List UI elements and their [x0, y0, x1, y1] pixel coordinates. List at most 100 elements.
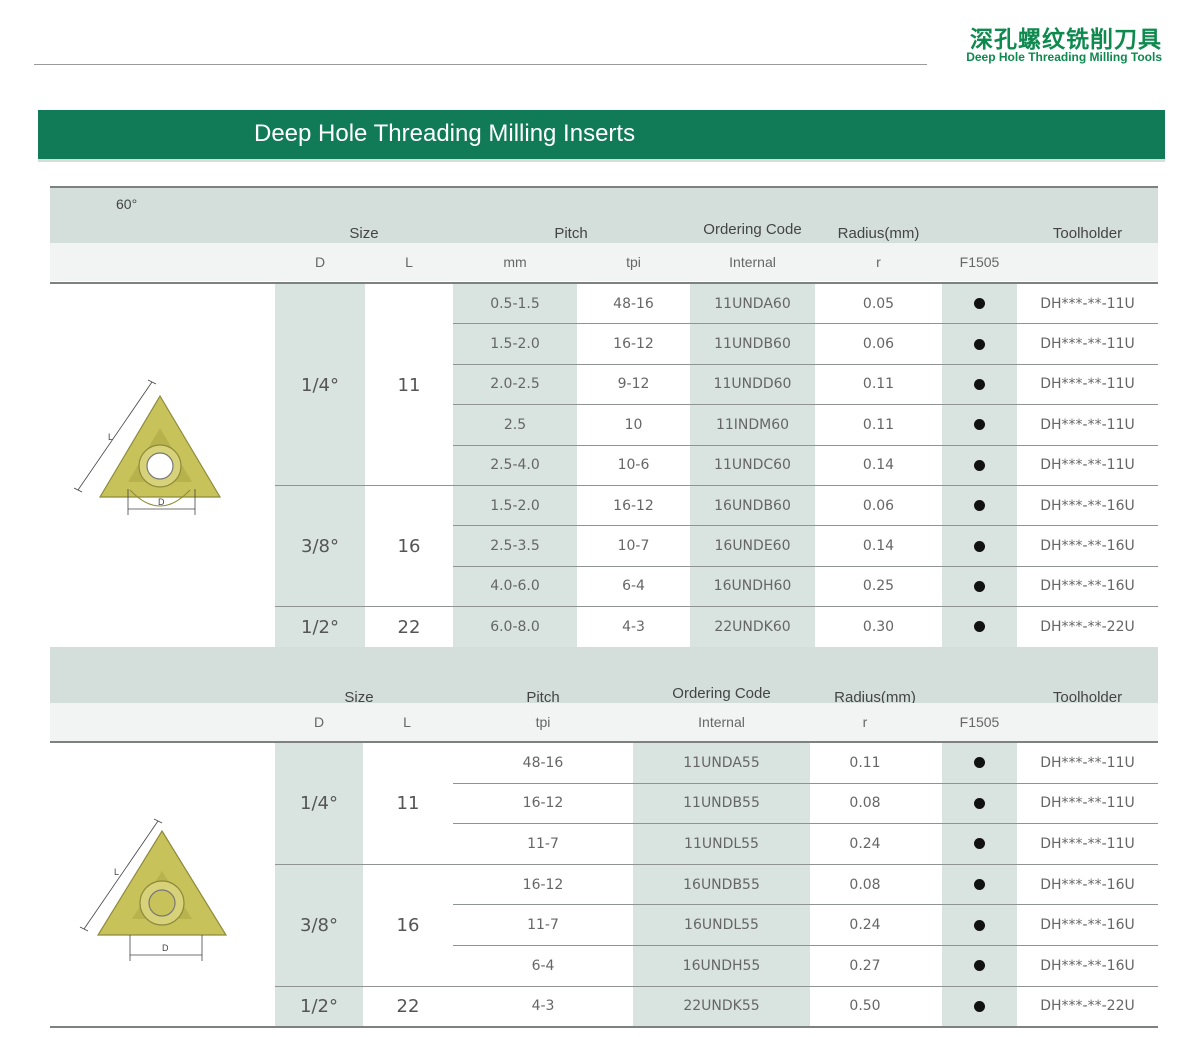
- inserts-table-55: Size Pitch Ordering Code Radius(mm) Tool…: [50, 647, 1158, 1029]
- pitch-tpi-cell: 6-4: [531, 957, 555, 974]
- ordering-code-cell: 16UNDH60: [690, 566, 815, 607]
- toolholder-cell: DH***-**-16U: [1040, 917, 1135, 934]
- pitch-tpi-cell: 11-7: [527, 835, 559, 852]
- availability-dot-icon: [974, 797, 985, 809]
- ordering-code-cell: 11UNDB60: [690, 324, 815, 364]
- toolholder-cell: DH***-**-11U: [1040, 754, 1135, 771]
- grade-availability-cell: [942, 324, 1017, 364]
- ordering-code-cell: 11UNDA55: [633, 743, 810, 783]
- grade-availability-cell: [942, 824, 1017, 864]
- toolholder-cell: DH***-**-16U: [1040, 538, 1135, 555]
- radius-cell: 0.50: [849, 998, 881, 1015]
- size-l-cell: 22: [397, 616, 421, 638]
- pitch-mm-cell: 1.5-2.0: [453, 324, 577, 364]
- radius-cell: 0.30: [862, 618, 895, 635]
- pitch-tpi-cell: 48-16: [613, 295, 654, 312]
- toolholder-cell: DH***-**-22U: [1040, 998, 1135, 1015]
- pitch-mm-cell: 1.5-2.0: [453, 486, 577, 526]
- subheader-internal: Internal: [698, 714, 745, 730]
- section-banner: Deep Hole Threading Milling Inserts: [38, 110, 1165, 159]
- ordering-code-cell: 16UNDE60: [690, 526, 815, 566]
- toolholder-cell: DH***-**-11U: [1040, 376, 1135, 393]
- ordering-code-cell: 16UNDL55: [633, 905, 810, 945]
- size-l-cell: 16: [397, 536, 421, 558]
- toolholder-cell: DH***-**-16U: [1040, 876, 1135, 893]
- subheader-tpi: tpi: [626, 254, 641, 270]
- radius-cell: 0.06: [862, 497, 895, 514]
- availability-dot-icon: [974, 879, 985, 891]
- pitch-tpi-cell: 6-4: [622, 578, 645, 595]
- radius-cell: 0.24: [849, 917, 881, 934]
- pitch-tpi-cell: 9-12: [617, 376, 650, 393]
- grade-availability-cell: [942, 526, 1017, 566]
- pitch-mm-cell: 2.5: [453, 405, 577, 445]
- pitch-tpi-cell: 10-7: [617, 538, 650, 555]
- subheader-mm: mm: [503, 254, 527, 270]
- availability-dot-icon: [974, 378, 985, 390]
- radius-cell: 0.11: [849, 754, 881, 771]
- pitch-tpi-cell: 4-3: [531, 998, 555, 1015]
- grade-availability-cell: [942, 405, 1017, 445]
- size-l-cell: 11: [396, 793, 420, 815]
- ordering-code-cell: 16UNDB60: [690, 486, 815, 526]
- subheader-l: L: [403, 714, 411, 730]
- grade-availability-cell: [942, 486, 1017, 526]
- ordering-code-cell: 11UNDA60: [690, 284, 815, 324]
- subheader-tpi: tpi: [535, 714, 551, 730]
- toolholder-cell: DH***-**-16U: [1040, 497, 1135, 514]
- subheader-d: D: [314, 254, 326, 270]
- grade-availability-cell: [942, 783, 1017, 824]
- ordering-code-cell: 11UNDB55: [633, 783, 810, 824]
- availability-dot-icon: [974, 459, 985, 471]
- grade-availability-cell: [942, 566, 1017, 607]
- grade-availability-cell: [942, 864, 1017, 905]
- size-l-cell: 16: [396, 915, 420, 937]
- table-subheader-row: D L tpi Internal r F1505: [50, 703, 1158, 741]
- size-d-cell: 1/2°: [275, 607, 365, 648]
- radius-cell: 0.14: [862, 538, 895, 555]
- size-d-cell: 3/8°: [275, 864, 363, 987]
- pitch-mm-cell: 0.5-1.5: [453, 284, 577, 324]
- toolholder-cell: DH***-**-11U: [1040, 795, 1135, 812]
- pitch-tpi-cell: 16-12: [613, 336, 654, 353]
- size-l-cell: 11: [397, 374, 421, 396]
- ordering-code-cell: 11INDM60: [690, 405, 815, 445]
- ordering-code-cell: 11UNDC60: [690, 445, 815, 485]
- pitch-mm-cell: 4.0-6.0: [453, 566, 577, 607]
- subheader-grade: F1505: [959, 254, 1000, 270]
- availability-dot-icon: [974, 838, 985, 850]
- pitch-tpi-cell: 16-12: [522, 795, 564, 812]
- insert-d-label: D: [162, 943, 169, 953]
- header-divider: [34, 64, 927, 65]
- ordering-code-cell: 11UNDD60: [690, 364, 815, 405]
- size-d-cell: 3/8°: [275, 486, 365, 608]
- availability-dot-icon: [974, 960, 985, 972]
- radius-cell: 0.08: [849, 876, 881, 893]
- subheader-d: D: [313, 714, 325, 730]
- grade-availability-cell: [942, 284, 1017, 324]
- table-header-row: Size Pitch Ordering Code Radius(mm) Tool…: [50, 647, 1158, 706]
- insert-l-label: L: [108, 432, 113, 442]
- subheader-r: r: [876, 254, 881, 270]
- pitch-tpi-cell: 4-3: [622, 618, 645, 635]
- availability-dot-icon: [974, 419, 985, 431]
- ordering-code-cell: 22UNDK55: [633, 986, 810, 1027]
- pitch-tpi-cell: 11-7: [527, 917, 559, 934]
- toolholder-cell: DH***-**-11U: [1040, 835, 1135, 852]
- toolholder-cell: DH***-**-16U: [1040, 578, 1135, 595]
- pitch-tpi-cell: 16-12: [613, 497, 654, 514]
- grade-availability-cell: [942, 905, 1017, 945]
- subheader-internal: Internal: [729, 254, 776, 270]
- availability-dot-icon: [974, 1000, 985, 1012]
- insert-d-label: D: [158, 497, 165, 507]
- availability-dot-icon: [974, 757, 985, 769]
- pitch-tpi-cell: 10: [624, 416, 643, 433]
- pitch-tpi-cell: 16-12: [522, 876, 564, 893]
- size-l-cell: 22: [396, 996, 420, 1018]
- catalog-subtitle: Deep Hole Threading Milling Tools: [966, 50, 1162, 64]
- pitch-mm-cell: 2.0-2.5: [453, 364, 577, 405]
- ordering-code-cell: 11UNDL55: [633, 824, 810, 864]
- size-d-cell: 1/2°: [275, 986, 363, 1028]
- toolholder-cell: DH***-**-16U: [1040, 957, 1135, 974]
- radius-cell: 0.08: [849, 795, 881, 812]
